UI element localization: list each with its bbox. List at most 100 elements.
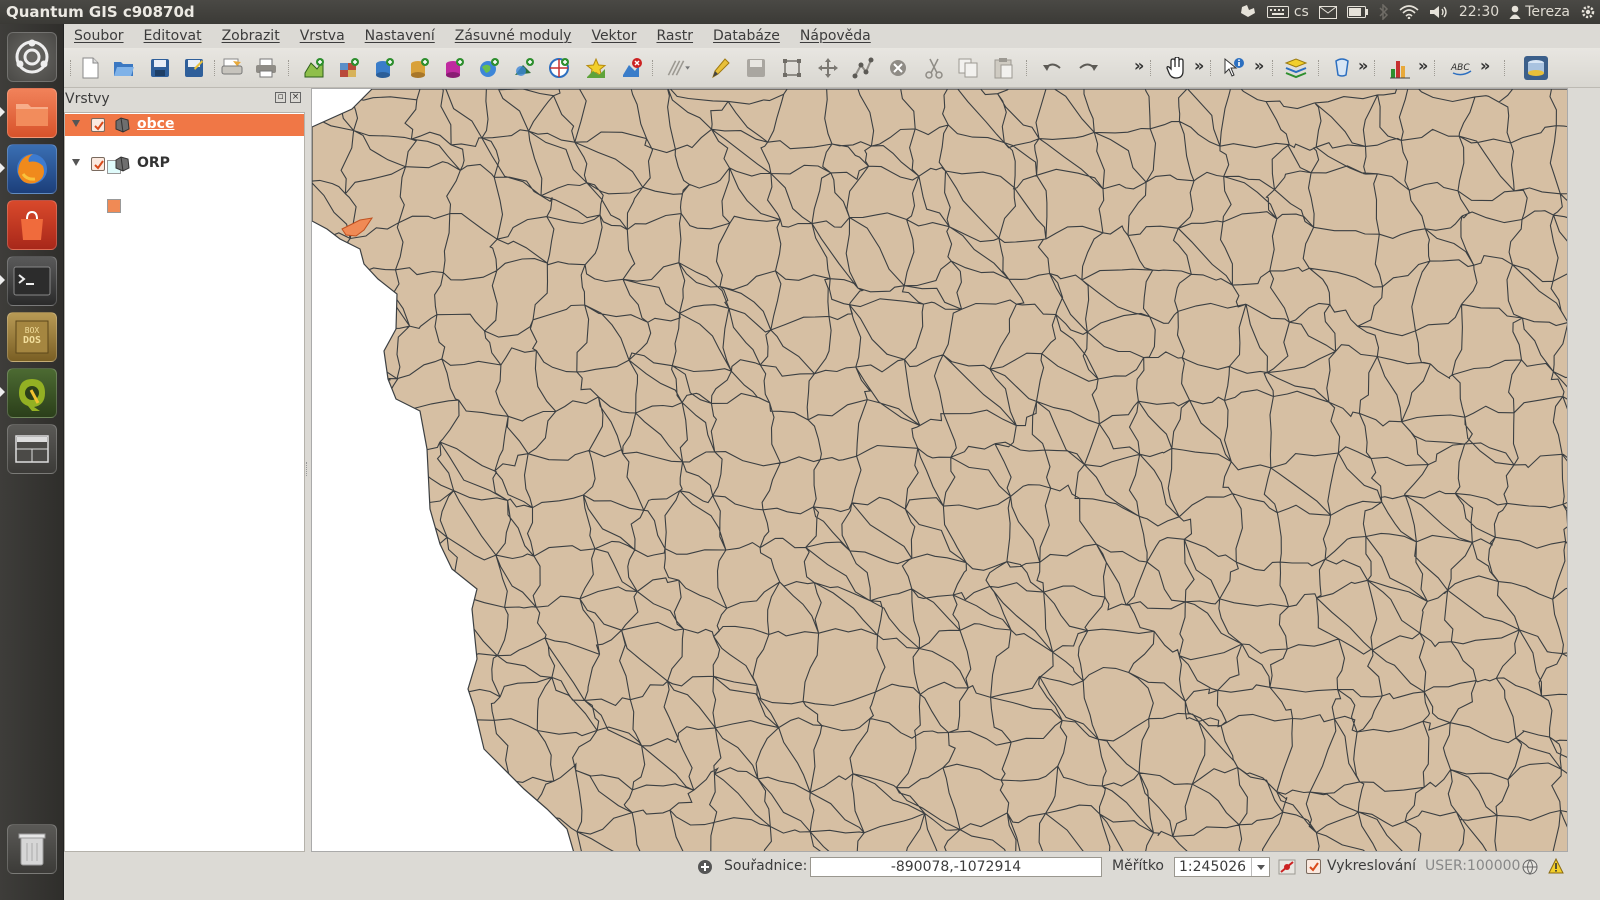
dropbox-icon[interactable] [1239,0,1257,24]
new-shapefile-layer-icon[interactable] [584,56,608,80]
undo-icon[interactable] [1040,56,1064,80]
trash-launcher-button[interactable] [7,824,57,874]
toolbar-separator [1210,60,1212,76]
layer-visibility-checkbox[interactable] [91,118,105,132]
crs-label[interactable]: USER:100000 [1425,858,1520,874]
pan-map-icon[interactable] [1164,56,1188,80]
layer-symbol-swatch [107,199,121,213]
expand-arrow-icon[interactable] [72,120,80,127]
label-tool-icon[interactable]: ABC [1450,56,1474,80]
delete-selected-icon[interactable] [886,56,910,80]
add-mssql-layer-icon[interactable] [442,56,466,80]
toolbar-separator [214,60,216,76]
files-launcher-button[interactable] [7,88,57,138]
firefox-running-pip [0,163,5,173]
bluetooth-icon[interactable] [1379,0,1389,24]
menu-zasuvne-moduly[interactable]: Zásuvné moduly [445,28,582,44]
user-menu[interactable]: Tereza [1509,0,1570,24]
qgis-launcher-button[interactable] [7,368,57,418]
add-wcs-layer-icon[interactable] [512,56,536,80]
close-panel-icon[interactable]: × [290,92,301,103]
indicator-area: cs 22:30 Tereza [1239,0,1596,24]
wifi-icon[interactable] [1399,0,1419,24]
node-tool-icon[interactable] [851,56,875,80]
layer-item-orp[interactable]: ORP [65,153,304,175]
crs-globe-icon[interactable] [1522,859,1538,875]
toolbar-overflow-button[interactable]: » [1358,56,1368,75]
menu-soubor[interactable]: Soubor [64,28,134,44]
add-vector-layer-icon[interactable] [302,56,326,80]
menu-nastaveni[interactable]: Nastavení [355,28,445,44]
expand-arrow-icon[interactable] [72,159,80,166]
new-project-icon[interactable] [78,56,102,80]
stop-render-icon[interactable] [1278,859,1296,875]
toggle-editing-icon[interactable] [708,56,732,80]
menu-napoveda[interactable]: Nápověda [790,28,881,44]
layer-styling-icon[interactable] [1284,56,1308,80]
print-composer-icon[interactable] [220,56,244,80]
session-gear-icon[interactable] [1580,0,1596,24]
status-bar: Souřadnice: -890078,-1072914 Měřítko 1:2… [64,852,1600,882]
save-as-icon[interactable] [182,56,206,80]
clock[interactable]: 22:30 [1459,0,1499,24]
menu-vrstva[interactable]: Vrstva [290,28,355,44]
map-view[interactable] [312,89,1568,852]
open-project-icon[interactable] [112,56,136,80]
toolbar-overflow-button[interactable]: » [1480,56,1490,75]
database-manager-icon[interactable] [1522,54,1550,82]
menu-databaze[interactable]: Databáze [703,28,790,44]
toolbar-overflow-button[interactable]: » [1134,56,1144,75]
toolbar-overflow-button[interactable]: » [1254,56,1264,75]
volume-icon[interactable] [1429,0,1449,24]
chevron-down-icon[interactable] [1251,858,1269,876]
render-checkbox[interactable] [1306,859,1321,874]
remove-layer-icon[interactable] [620,56,644,80]
print-icon[interactable] [254,56,278,80]
copy-features-icon[interactable] [956,56,980,80]
terminal-icon [13,266,51,296]
menu-rastr[interactable]: Rastr [646,28,703,44]
add-wfs-layer-icon[interactable] [547,56,571,80]
firefox-launcher-button[interactable] [7,144,57,194]
identify-features-icon[interactable] [1222,56,1246,80]
add-raster-layer-icon[interactable] [337,56,361,80]
add-text-annotation-icon[interactable] [1330,56,1354,80]
redo-icon[interactable] [1076,56,1100,80]
save-project-icon[interactable] [148,56,172,80]
message-log-warning-icon[interactable] [1548,858,1564,874]
terminal-launcher-button[interactable] [7,256,57,306]
raster-histogram-icon[interactable] [1388,56,1412,80]
keyboard-indicator[interactable]: cs [1266,0,1309,24]
ubuntu-logo-icon [15,39,49,74]
add-spatialite-layer-icon[interactable] [407,56,431,80]
map-canvas[interactable] [311,88,1568,852]
mail-icon[interactable] [1318,0,1337,24]
toolbar-overflow-button[interactable]: » [1194,56,1204,75]
software-center-launcher-button[interactable] [7,200,57,250]
coordinate-field[interactable]: -890078,-1072914 [810,857,1102,877]
layer-item-obce[interactable]: obce [65,114,304,136]
menu-zobrazit[interactable]: Zobrazit [212,28,290,44]
dosbox-launcher-button[interactable]: BOX DOS [7,312,57,362]
add-wms-layer-icon[interactable] [477,56,501,80]
dash-home-button[interactable] [7,32,57,82]
scale-combobox[interactable]: 1:245026 [1174,857,1270,877]
panel-splitter[interactable] [306,462,309,476]
cut-features-icon[interactable] [922,56,946,80]
add-postgis-layer-icon[interactable] [372,56,396,80]
layer-visibility-checkbox[interactable] [91,157,105,171]
add-feature-icon[interactable] [780,56,804,80]
current-edits-icon[interactable] [666,56,690,80]
move-feature-icon[interactable] [816,56,840,80]
workspace-switcher-button[interactable] [7,424,57,474]
toolbar-overflow-button[interactable]: » [1418,56,1428,75]
float-panel-icon[interactable]: ▫ [275,92,286,103]
menu-vektor[interactable]: Vektor [581,28,646,44]
menu-editovat[interactable]: Editovat [134,28,212,44]
paste-features-icon[interactable] [991,56,1015,80]
user-name: Tereza [1525,4,1570,20]
battery-icon[interactable] [1346,0,1369,24]
coordinate-capture-icon[interactable] [697,859,713,875]
toolbar-separator [1150,60,1152,76]
save-layer-edits-icon[interactable] [744,56,768,80]
